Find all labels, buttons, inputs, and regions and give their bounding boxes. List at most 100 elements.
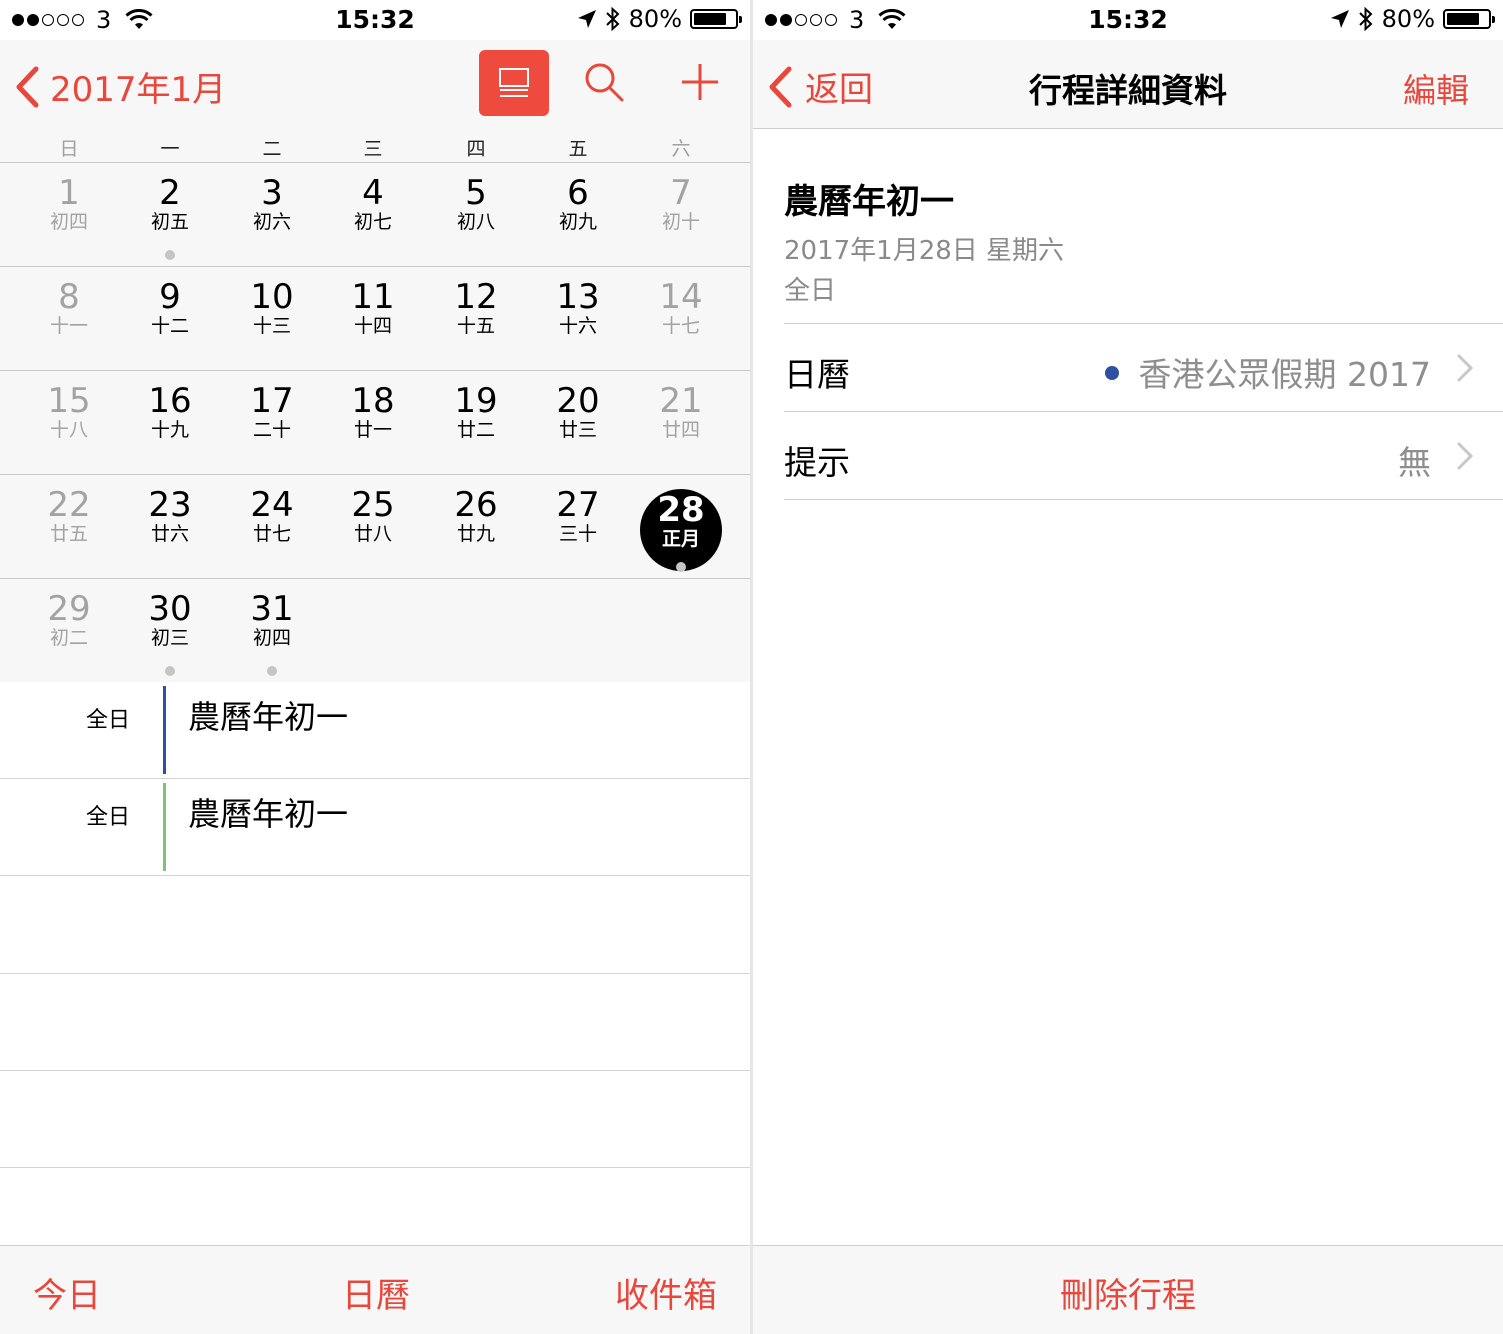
day-cell-7[interactable]: 7 初十 <box>631 175 731 233</box>
day-cell-1[interactable]: 1 初四 <box>19 175 119 233</box>
calendar-color-bar <box>163 783 166 871</box>
lunar-date: 廿九 <box>456 523 495 545</box>
status-bar: 3 15:32 80% <box>753 0 1503 40</box>
day-cell-25[interactable]: 25 廿八 <box>323 487 423 545</box>
day-number: 2 <box>159 173 181 213</box>
navigation-bar: 2017年1月 <box>0 40 750 130</box>
day-cell-11[interactable]: 11 十四 <box>323 279 423 337</box>
day-number: 24 <box>250 485 294 525</box>
day-cell-16[interactable]: 16 十九 <box>120 383 220 441</box>
day-cell-8[interactable]: 8 十一 <box>19 279 119 337</box>
day-number: 28 <box>657 490 705 530</box>
lunar-date: 初三 <box>150 627 189 649</box>
day-cell-20[interactable]: 20 廿三 <box>528 383 628 441</box>
day-cell-9[interactable]: 9 十二 <box>120 279 220 337</box>
event-details-screen: 3 15:32 80% 返回 行程詳細資料 編輯 農曆年初一 2017年1月28… <box>753 0 1503 1334</box>
day-cell-26[interactable]: 26 廿九 <box>426 487 526 545</box>
day-cell-12[interactable]: 12 十五 <box>426 279 526 337</box>
alert-row[interactable]: 提示 無 <box>784 412 1503 499</box>
day-number: 13 <box>556 277 600 317</box>
day-number: 17 <box>250 381 294 421</box>
day-cell-10[interactable]: 10 十三 <box>222 279 322 337</box>
battery-icon <box>690 9 742 29</box>
day-cell-21[interactable]: 21 廿四 <box>631 383 731 441</box>
day-cell-5[interactable]: 5 初八 <box>426 175 526 233</box>
event-row[interactable]: 全日 農曆年初一 <box>0 682 750 779</box>
event-indicator-dot <box>165 666 175 676</box>
day-number: 30 <box>148 589 192 629</box>
day-cell-27[interactable]: 27 三十 <box>528 487 628 545</box>
lunar-date: 廿七 <box>252 523 291 545</box>
calendar-color-dot <box>1104 365 1119 380</box>
search-icon[interactable] <box>584 62 624 102</box>
day-cell-22[interactable]: 22 廿五 <box>19 487 119 545</box>
day-number: 21 <box>659 381 703 421</box>
lunar-date: 初四 <box>252 627 291 649</box>
tab-calendars[interactable]: 日曆 <box>342 1268 410 1317</box>
calendar-name: 香港公眾假期 2017 <box>1138 355 1431 394</box>
day-number: 29 <box>47 589 91 629</box>
day-number: 26 <box>454 485 498 525</box>
event-detail-panel: 農曆年初一 2017年1月28日 星期六 全日 日曆 香港公眾假期 2017 提… <box>753 130 1503 1245</box>
chevron-right-icon <box>1457 354 1473 382</box>
tab-today[interactable]: 今日 <box>33 1268 101 1317</box>
day-cell-19[interactable]: 19 廿二 <box>426 383 526 441</box>
lunar-date: 初十 <box>661 211 700 233</box>
day-cell-2[interactable]: 2 初五 <box>120 175 220 233</box>
day-number: 7 <box>670 173 692 213</box>
lunar-date: 初七 <box>353 211 392 233</box>
lunar-date: 十八 <box>49 419 88 441</box>
day-number: 25 <box>351 485 395 525</box>
day-cell-13[interactable]: 13 十六 <box>528 279 628 337</box>
day-cell-31[interactable]: 31 初四 <box>222 591 322 649</box>
delete-event-button[interactable]: 刪除行程 <box>753 1268 1503 1317</box>
day-cell-28[interactable]: 28 正月 <box>631 492 731 550</box>
day-number: 11 <box>351 277 395 317</box>
calendar-month-screen: 3 15:32 80% 2017年1月 日 一 二 三 四 五 六 1 初四 2 初五… <box>0 0 750 1334</box>
event-title: 農曆年初一 <box>188 698 349 736</box>
divider <box>0 1167 750 1168</box>
event-time: 全日 <box>784 276 837 306</box>
day-cell-3[interactable]: 3 初六 <box>222 175 322 233</box>
day-cell-18[interactable]: 18 廿一 <box>323 383 423 441</box>
alert-row-value: 無 <box>1398 443 1431 482</box>
event-row[interactable]: 全日 農曆年初一 <box>0 779 750 876</box>
edit-button[interactable]: 編輯 <box>1403 64 1469 112</box>
lunar-date: 十九 <box>150 419 189 441</box>
lunar-date: 十三 <box>252 315 291 337</box>
lunar-date: 十二 <box>150 315 189 337</box>
week-divider <box>0 370 750 371</box>
day-cell-23[interactable]: 23 廿六 <box>120 487 220 545</box>
calendar-row[interactable]: 日曆 香港公眾假期 2017 <box>784 324 1503 411</box>
day-cell-15[interactable]: 15 十八 <box>19 383 119 441</box>
day-cell-29[interactable]: 29 初二 <box>19 591 119 649</box>
plus-icon[interactable] <box>680 62 720 102</box>
tab-inbox[interactable]: 收件箱 <box>615 1268 717 1317</box>
weekday-label: 二 <box>262 138 282 160</box>
battery-percent: 80% <box>1381 5 1435 33</box>
divider <box>0 1070 750 1071</box>
status-bar: 3 15:32 80% <box>0 0 750 40</box>
lunar-date: 初八 <box>456 211 495 233</box>
page-title: 行程詳細資料 <box>1029 71 1227 110</box>
bluetooth-icon <box>1358 6 1373 32</box>
tab-bar: 今日 日曆 收件箱 <box>0 1245 750 1334</box>
weekday-label: 四 <box>466 138 486 160</box>
day-number: 19 <box>454 381 498 421</box>
lunar-date: 初五 <box>150 211 189 233</box>
list-view-button[interactable] <box>479 50 549 116</box>
weekday-label: 一 <box>160 138 180 160</box>
day-cell-14[interactable]: 14 十七 <box>631 279 731 337</box>
lunar-date: 正月 <box>661 528 700 550</box>
day-cell-17[interactable]: 17 二十 <box>222 383 322 441</box>
day-cell-24[interactable]: 24 廿七 <box>222 487 322 545</box>
lunar-date: 初六 <box>252 211 291 233</box>
list-view-icon <box>499 68 529 97</box>
lunar-date: 初二 <box>49 627 88 649</box>
back-to-year-button[interactable]: 2017年1月 <box>14 62 226 111</box>
lunar-date: 二十 <box>252 419 291 441</box>
day-cell-30[interactable]: 30 初三 <box>120 591 220 649</box>
day-cell-4[interactable]: 4 初七 <box>323 175 423 233</box>
day-cell-6[interactable]: 6 初九 <box>528 175 628 233</box>
lunar-date: 廿三 <box>558 419 597 441</box>
